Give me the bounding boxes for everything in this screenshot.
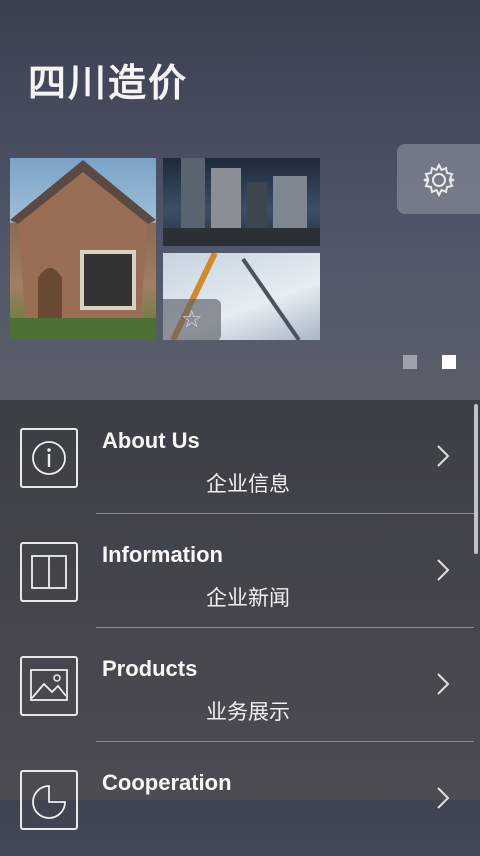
gear-icon xyxy=(423,162,455,198)
pagination-dot[interactable] xyxy=(403,355,417,369)
chevron-right-icon xyxy=(437,445,450,467)
settings-button[interactable] xyxy=(397,144,480,214)
menu-item-title: About Us xyxy=(102,428,200,453)
scrollbar[interactable] xyxy=(474,404,478,554)
chevron-right-icon xyxy=(437,673,450,695)
info-icon xyxy=(20,428,78,488)
chevron-right-icon xyxy=(437,559,450,581)
menu-item-subtitle: 企业新闻 xyxy=(206,586,290,610)
pie-chart-icon xyxy=(20,770,78,830)
favorite-button[interactable]: ☆ xyxy=(163,299,221,341)
menu-item-subtitle: 业务展示 xyxy=(206,700,290,724)
menu-item-title: Products xyxy=(102,656,198,681)
menu-item-subtitle: 企业信息 xyxy=(206,472,290,496)
menu-item-products[interactable]: Products 业务展示 xyxy=(0,628,474,742)
chevron-right-icon xyxy=(437,787,450,809)
menu-item-about-us[interactable]: About Us 企业信息 xyxy=(0,400,474,514)
house-photo xyxy=(10,158,156,340)
menu-list: About Us 企业信息 Information 企业新闻 Products … xyxy=(0,400,480,830)
menu-item-cooperation[interactable]: Cooperation xyxy=(0,742,474,856)
menu-item-title: Cooperation xyxy=(102,770,232,795)
book-icon xyxy=(20,542,78,602)
header: 四川造价 ☆ xyxy=(0,0,480,400)
menu-item-information[interactable]: Information 企业新闻 xyxy=(0,514,474,628)
star-icon: ☆ xyxy=(181,305,203,333)
city-skyline-photo xyxy=(163,158,320,246)
app-title: 四川造价 xyxy=(28,61,189,105)
image-icon xyxy=(20,656,78,716)
menu-item-title: Information xyxy=(102,542,223,567)
pagination-dot-active[interactable] xyxy=(442,355,456,369)
